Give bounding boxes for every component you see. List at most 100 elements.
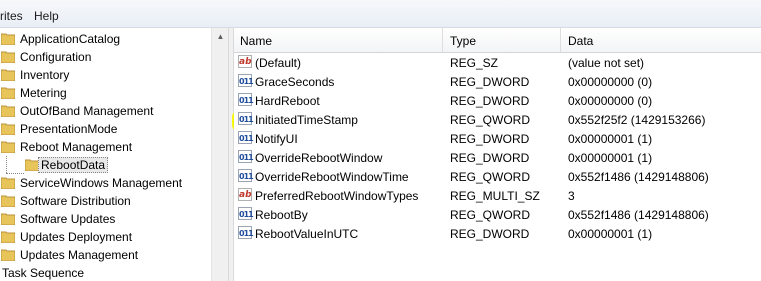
- value-data: 3: [568, 189, 575, 203]
- column-divider[interactable]: [560, 28, 561, 52]
- tree-item-label: Task Sequence: [2, 266, 85, 280]
- value-type: REG_SZ: [450, 56, 499, 70]
- table-row[interactable]: 011 OverrideRebootWindow REG_DWORD 0x000…: [234, 148, 761, 167]
- tree-item-task-sequence[interactable]: Task Sequence: [0, 264, 211, 281]
- value-name: HardReboot: [255, 94, 320, 108]
- folder-icon: [0, 104, 16, 118]
- tree-item-configuration[interactable]: Configuration: [0, 48, 211, 66]
- value-type: REG_QWORD: [450, 208, 531, 222]
- value-data: 0x00000000 (0): [568, 94, 653, 108]
- binary-value-icon: 011: [238, 207, 254, 220]
- tree-item-label: Reboot Management: [20, 140, 133, 154]
- tree-item-label: ServiceWindows Management: [20, 176, 183, 190]
- folder-icon: [0, 50, 16, 64]
- value-type: REG_QWORD: [450, 113, 531, 127]
- tree-item-label: ApplicationCatalog: [20, 32, 121, 46]
- tree-item-software-updates[interactable]: Software Updates: [0, 210, 211, 228]
- value-data: (value not set): [568, 56, 645, 70]
- tree-item-label-selected: RebootData: [38, 157, 109, 173]
- registry-values-list: Name Type Data ab (Default) REG_SZ (valu…: [234, 28, 761, 281]
- value-name: NotifyUI: [255, 132, 298, 146]
- string-value-icon: ab: [238, 55, 252, 68]
- value-type: REG_DWORD: [450, 94, 530, 108]
- tree-item-updates-management[interactable]: Updates Management: [0, 246, 211, 264]
- binary-value-icon: 011: [238, 74, 254, 87]
- tree-item-label: PresentationMode: [20, 122, 118, 136]
- tree-item-label: Software Distribution: [20, 194, 131, 208]
- column-header-name[interactable]: Name: [240, 34, 272, 48]
- folder-icon: [0, 212, 16, 226]
- registry-tree: ApplicationCatalog Configuration Invento…: [0, 28, 227, 281]
- value-data: 0x552f25f2 (1429153266): [568, 113, 706, 127]
- tree-vertical-scrollbar[interactable]: ▲: [211, 28, 229, 281]
- table-row[interactable]: 011 RebootValueInUTC REG_DWORD 0x0000000…: [234, 224, 761, 243]
- tree-item-software-distribution[interactable]: Software Distribution: [0, 192, 211, 210]
- tree-item-label: Metering: [20, 86, 67, 100]
- folder-icon: [0, 32, 16, 46]
- tree-item-rebootdata[interactable]: RebootData: [0, 156, 211, 174]
- binary-value-icon: 011: [238, 226, 254, 239]
- folder-icon: [24, 158, 40, 172]
- folder-icon: [0, 194, 16, 208]
- tree-item-updates-deployment[interactable]: Updates Deployment: [0, 228, 211, 246]
- scroll-up-arrow-icon[interactable]: ▲: [212, 28, 229, 45]
- column-divider[interactable]: [442, 28, 443, 52]
- value-name: InitiatedTimeStamp: [255, 113, 358, 127]
- menu-bar: rites Help: [0, 0, 761, 28]
- value-name: (Default): [255, 56, 302, 70]
- value-data: 0x00000001 (1): [568, 227, 653, 241]
- table-row[interactable]: 011 InitiatedTimeStamp REG_QWORD 0x552f2…: [234, 110, 761, 129]
- binary-value-icon: 011: [238, 112, 254, 125]
- tree-item-label: OutOfBand Management: [20, 104, 154, 118]
- value-type: REG_MULTI_SZ: [450, 189, 540, 203]
- value-type: REG_DWORD: [450, 227, 530, 241]
- tree-item-label: Software Updates: [20, 212, 116, 226]
- table-row[interactable]: ab (Default) REG_SZ (value not set): [234, 53, 761, 72]
- table-row[interactable]: 011 RebootBy REG_QWORD 0x552f1486 (14291…: [234, 205, 761, 224]
- tree-item-inventory[interactable]: Inventory: [0, 66, 211, 84]
- value-name: GraceSeconds: [255, 75, 335, 89]
- column-header-data[interactable]: Data: [568, 34, 593, 48]
- binary-value-icon: 011: [238, 131, 254, 144]
- list-header: Name Type Data: [234, 28, 761, 53]
- value-data: 0x00000001 (1): [568, 151, 653, 165]
- value-type: REG_DWORD: [450, 75, 530, 89]
- string-value-icon: ab: [238, 188, 252, 201]
- tree-item-label: Configuration: [20, 50, 92, 64]
- value-data: 0x552f1486 (1429148806): [568, 170, 709, 184]
- value-name: RebootBy: [255, 208, 308, 222]
- tree-item-reboot-management[interactable]: Reboot Management: [0, 138, 211, 156]
- value-type: REG_DWORD: [450, 132, 530, 146]
- value-data: 0x552f1486 (1429148806): [568, 208, 709, 222]
- value-type: REG_DWORD: [450, 151, 530, 165]
- tree-item-servicewindows-management[interactable]: ServiceWindows Management: [0, 174, 211, 192]
- table-row[interactable]: 011 NotifyUI REG_DWORD 0x00000001 (1): [234, 129, 761, 148]
- tree-item-label: Updates Deployment: [20, 230, 133, 244]
- table-row[interactable]: 011 HardReboot REG_DWORD 0x00000000 (0): [234, 91, 761, 110]
- folder-icon: [0, 176, 16, 190]
- binary-value-icon: 011: [238, 150, 254, 163]
- table-row[interactable]: 011 OverrideRebootWindowTime REG_QWORD 0…: [234, 167, 761, 186]
- value-type: REG_QWORD: [450, 170, 531, 184]
- tree-item-applicationcatalog[interactable]: ApplicationCatalog: [0, 30, 211, 48]
- folder-icon: [0, 68, 16, 82]
- tree-item-metering[interactable]: Metering: [0, 84, 211, 102]
- folder-icon: [0, 86, 16, 100]
- tree-item-label: Inventory: [20, 68, 70, 82]
- column-header-type[interactable]: Type: [450, 34, 476, 48]
- tree-item-outofband-management[interactable]: OutOfBand Management: [0, 102, 211, 120]
- folder-icon: [0, 230, 16, 244]
- table-row[interactable]: ab PreferredRebootWindowTypes REG_MULTI_…: [234, 186, 761, 205]
- menu-help[interactable]: Help: [34, 9, 59, 23]
- tree-item-presentationmode[interactable]: PresentationMode: [0, 120, 211, 138]
- value-name: PreferredRebootWindowTypes: [255, 189, 419, 203]
- open-folder-icon: [0, 140, 16, 154]
- value-data: 0x00000001 (1): [568, 132, 653, 146]
- table-row[interactable]: 011 GraceSeconds REG_DWORD 0x00000000 (0…: [234, 72, 761, 91]
- binary-value-icon: 011: [238, 93, 254, 106]
- value-name: OverrideRebootWindowTime: [255, 170, 409, 184]
- tree-item-label: Updates Management: [20, 248, 139, 262]
- menu-favorites[interactable]: rites: [0, 9, 23, 23]
- binary-value-icon: 011: [238, 169, 254, 182]
- value-name: OverrideRebootWindow: [255, 151, 383, 165]
